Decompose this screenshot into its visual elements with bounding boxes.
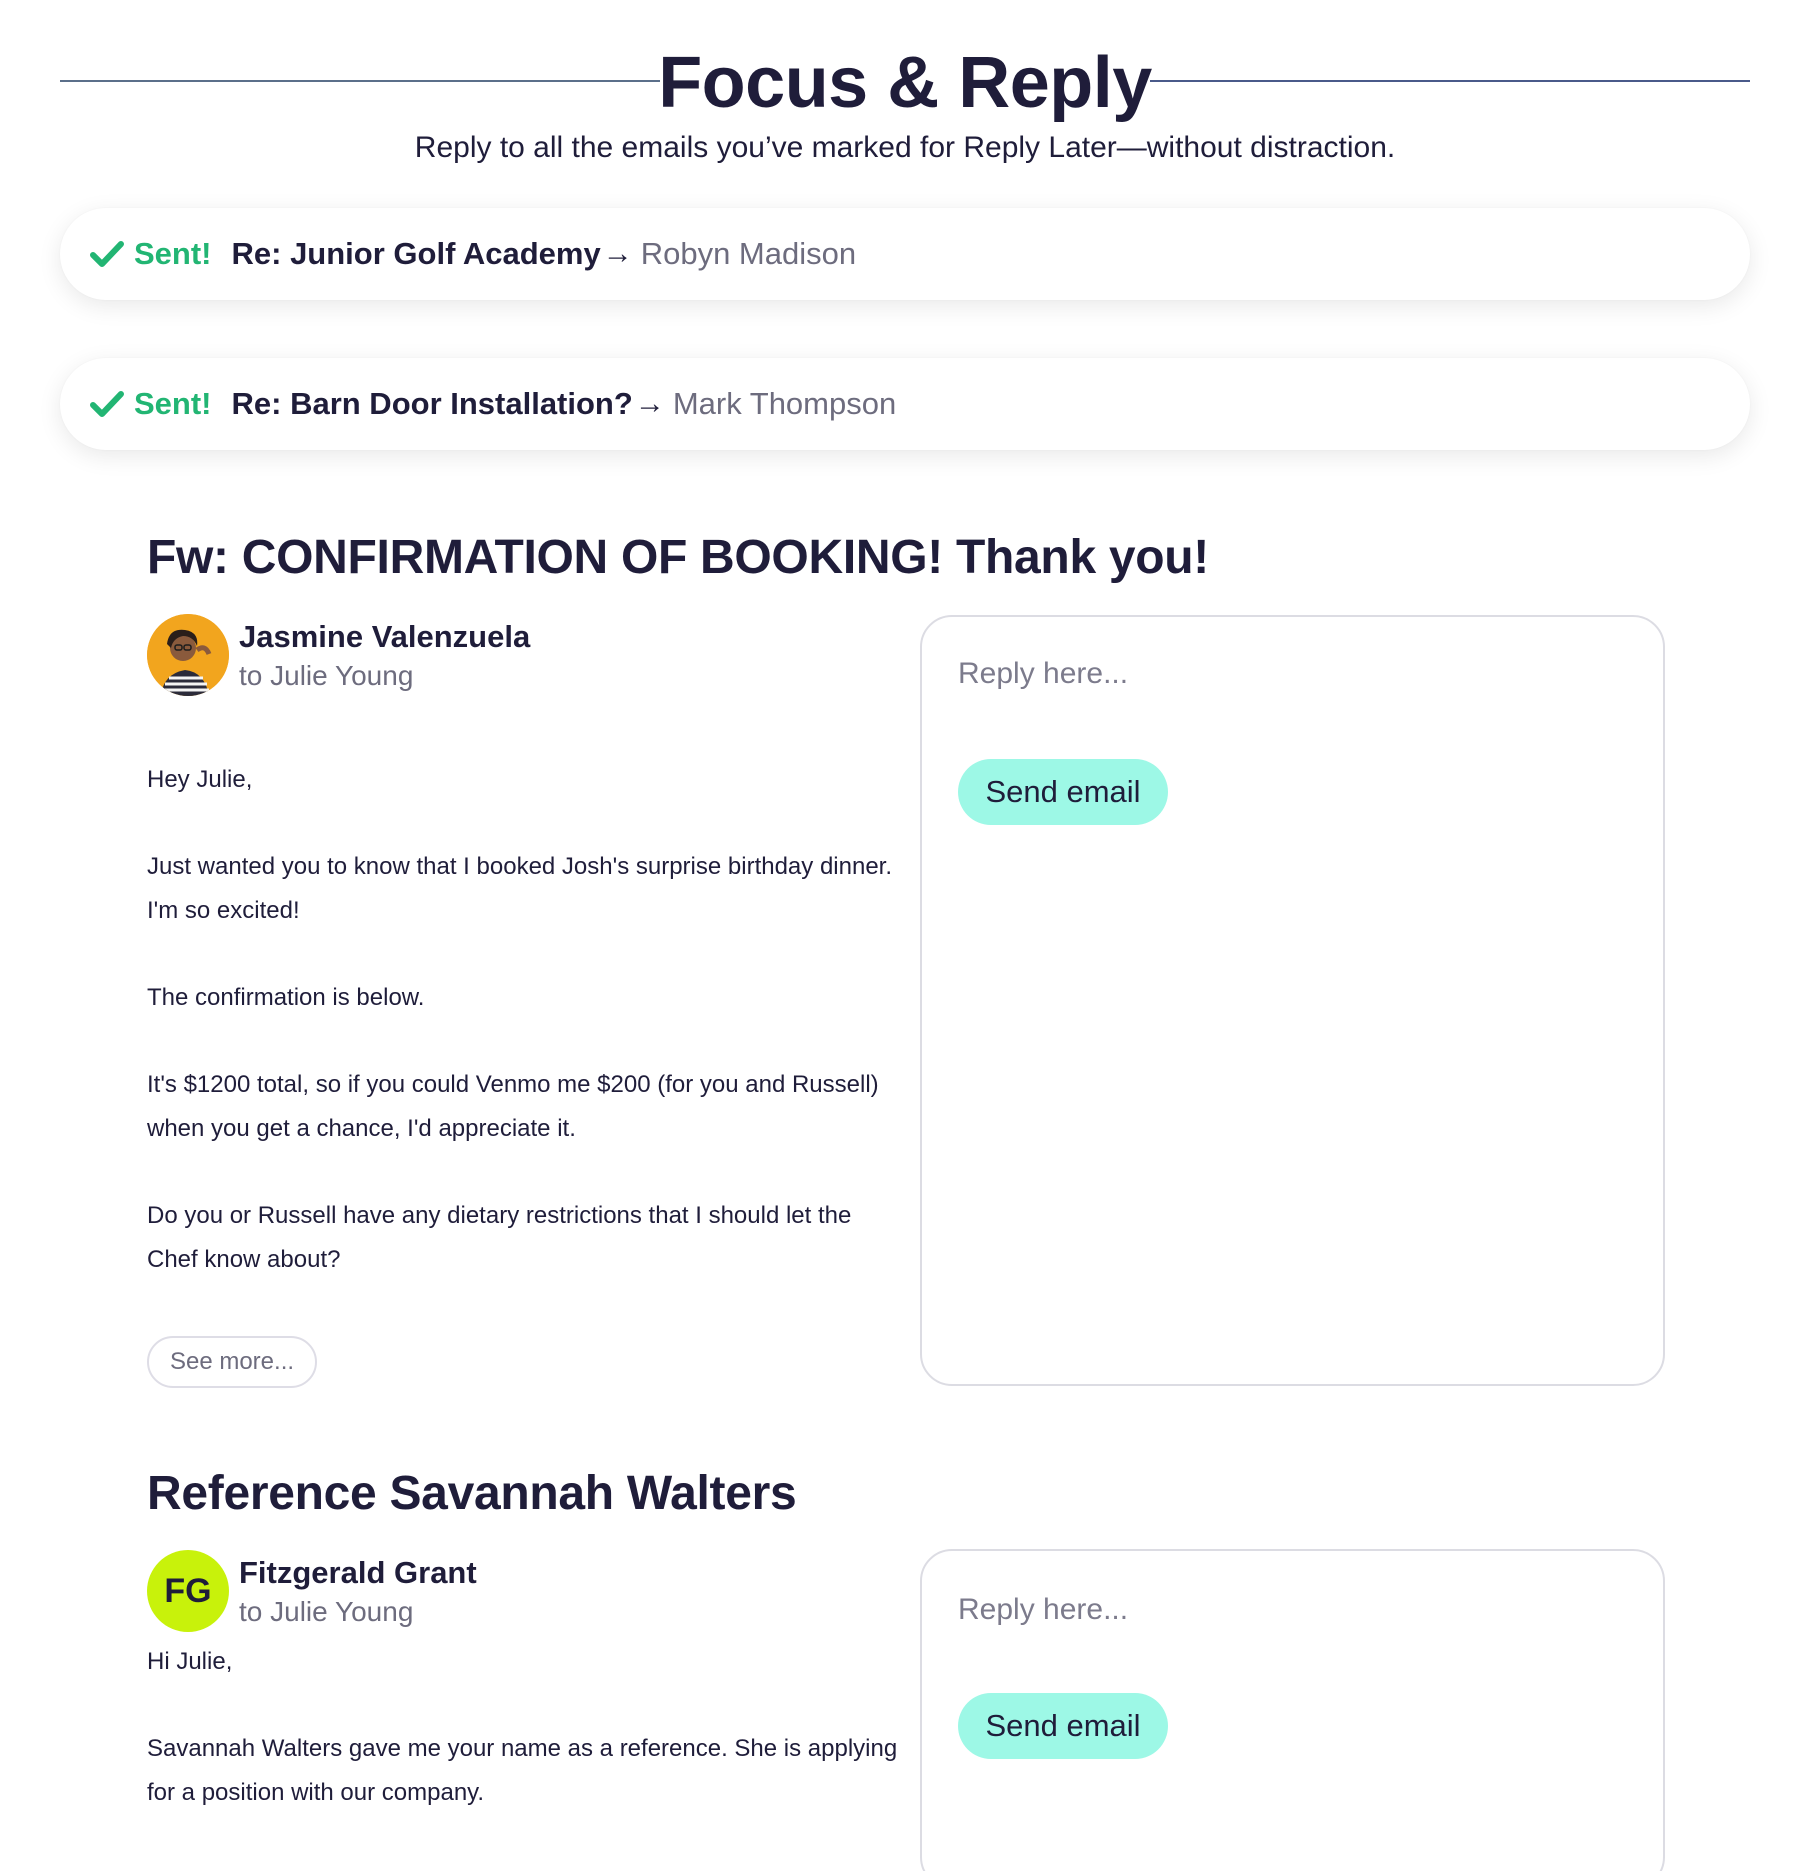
email-paragraph: It's $1200 total, so if you could Venmo … xyxy=(147,1071,879,1142)
page-header: Focus & Reply Reply to all the emails yo… xyxy=(60,40,1750,200)
send-email-button[interactable]: Send email xyxy=(958,1693,1168,1759)
arrow-right-icon: → xyxy=(602,237,633,270)
sent-recipient: Robyn Madison xyxy=(640,236,857,271)
page-title: Focus & Reply xyxy=(658,43,1152,123)
sent-status: Sent! xyxy=(134,386,212,421)
see-more-button[interactable]: See more... xyxy=(147,1336,317,1388)
email-paragraph: The confirmation is below. xyxy=(147,984,425,1011)
email-subject: Reference Savannah Walters xyxy=(147,1467,797,1520)
arrow-right-icon: → xyxy=(634,387,665,420)
sent-item[interactable]: Sent! Re: Junior Golf Academy → Robyn Ma… xyxy=(60,208,1750,300)
reply-box[interactable]: Reply here... Send email xyxy=(920,615,1665,1386)
email-paragraph: Hey Julie, xyxy=(147,766,253,793)
email-sender: Jasmine Valenzuela to Julie Young xyxy=(147,614,530,696)
reply-input[interactable]: Reply here... xyxy=(958,657,1128,691)
page-subtitle: Reply to all the emails you’ve marked fo… xyxy=(414,131,1396,164)
reply-input[interactable]: Reply here... xyxy=(958,1593,1128,1627)
sender-name: Fitzgerald Grant xyxy=(239,1555,477,1590)
sent-subject: Re: Junior Golf Academy xyxy=(231,236,601,271)
sent-subject: Re: Barn Door Installation? xyxy=(231,386,633,421)
email-paragraph: Savannah Walters gave me your name as a … xyxy=(147,1735,898,1806)
email-paragraph: Just wanted you to know that I booked Jo… xyxy=(147,853,893,924)
avatar xyxy=(147,614,229,696)
checkmark-icon xyxy=(90,391,124,417)
email-card: Reference Savannah Walters FG Fitzgerald… xyxy=(147,1466,1667,1871)
sender-recipient: to Julie Young xyxy=(239,1596,414,1627)
email-subject: Fw: CONFIRMATION OF BOOKING! Thank you! xyxy=(147,531,1209,584)
reply-box[interactable]: Reply here... Send email xyxy=(920,1549,1665,1871)
sent-recipient: Mark Thompson xyxy=(672,386,897,421)
email-sender: FG Fitzgerald Grant to Julie Young xyxy=(147,1550,477,1632)
email-paragraph: Do you or Russell have any dietary restr… xyxy=(147,1202,852,1273)
sender-name: Jasmine Valenzuela xyxy=(239,619,531,654)
sent-status: Sent! xyxy=(134,236,212,271)
sent-item[interactable]: Sent! Re: Barn Door Installation? → Mark… xyxy=(60,358,1750,450)
email-card: Fw: CONFIRMATION OF BOOKING! Thank you! … xyxy=(147,530,1667,1390)
sender-recipient: to Julie Young xyxy=(239,660,414,691)
checkmark-icon xyxy=(90,241,124,267)
send-email-button[interactable]: Send email xyxy=(958,759,1168,825)
email-body: Hey Julie, Just wanted you to know that … xyxy=(147,758,907,1325)
avatar: FG xyxy=(147,1550,229,1632)
email-paragraph: Hi Julie, xyxy=(147,1648,233,1675)
email-body: Hi Julie, Savannah Walters gave me your … xyxy=(147,1640,907,1858)
person-photo-icon xyxy=(147,614,229,696)
